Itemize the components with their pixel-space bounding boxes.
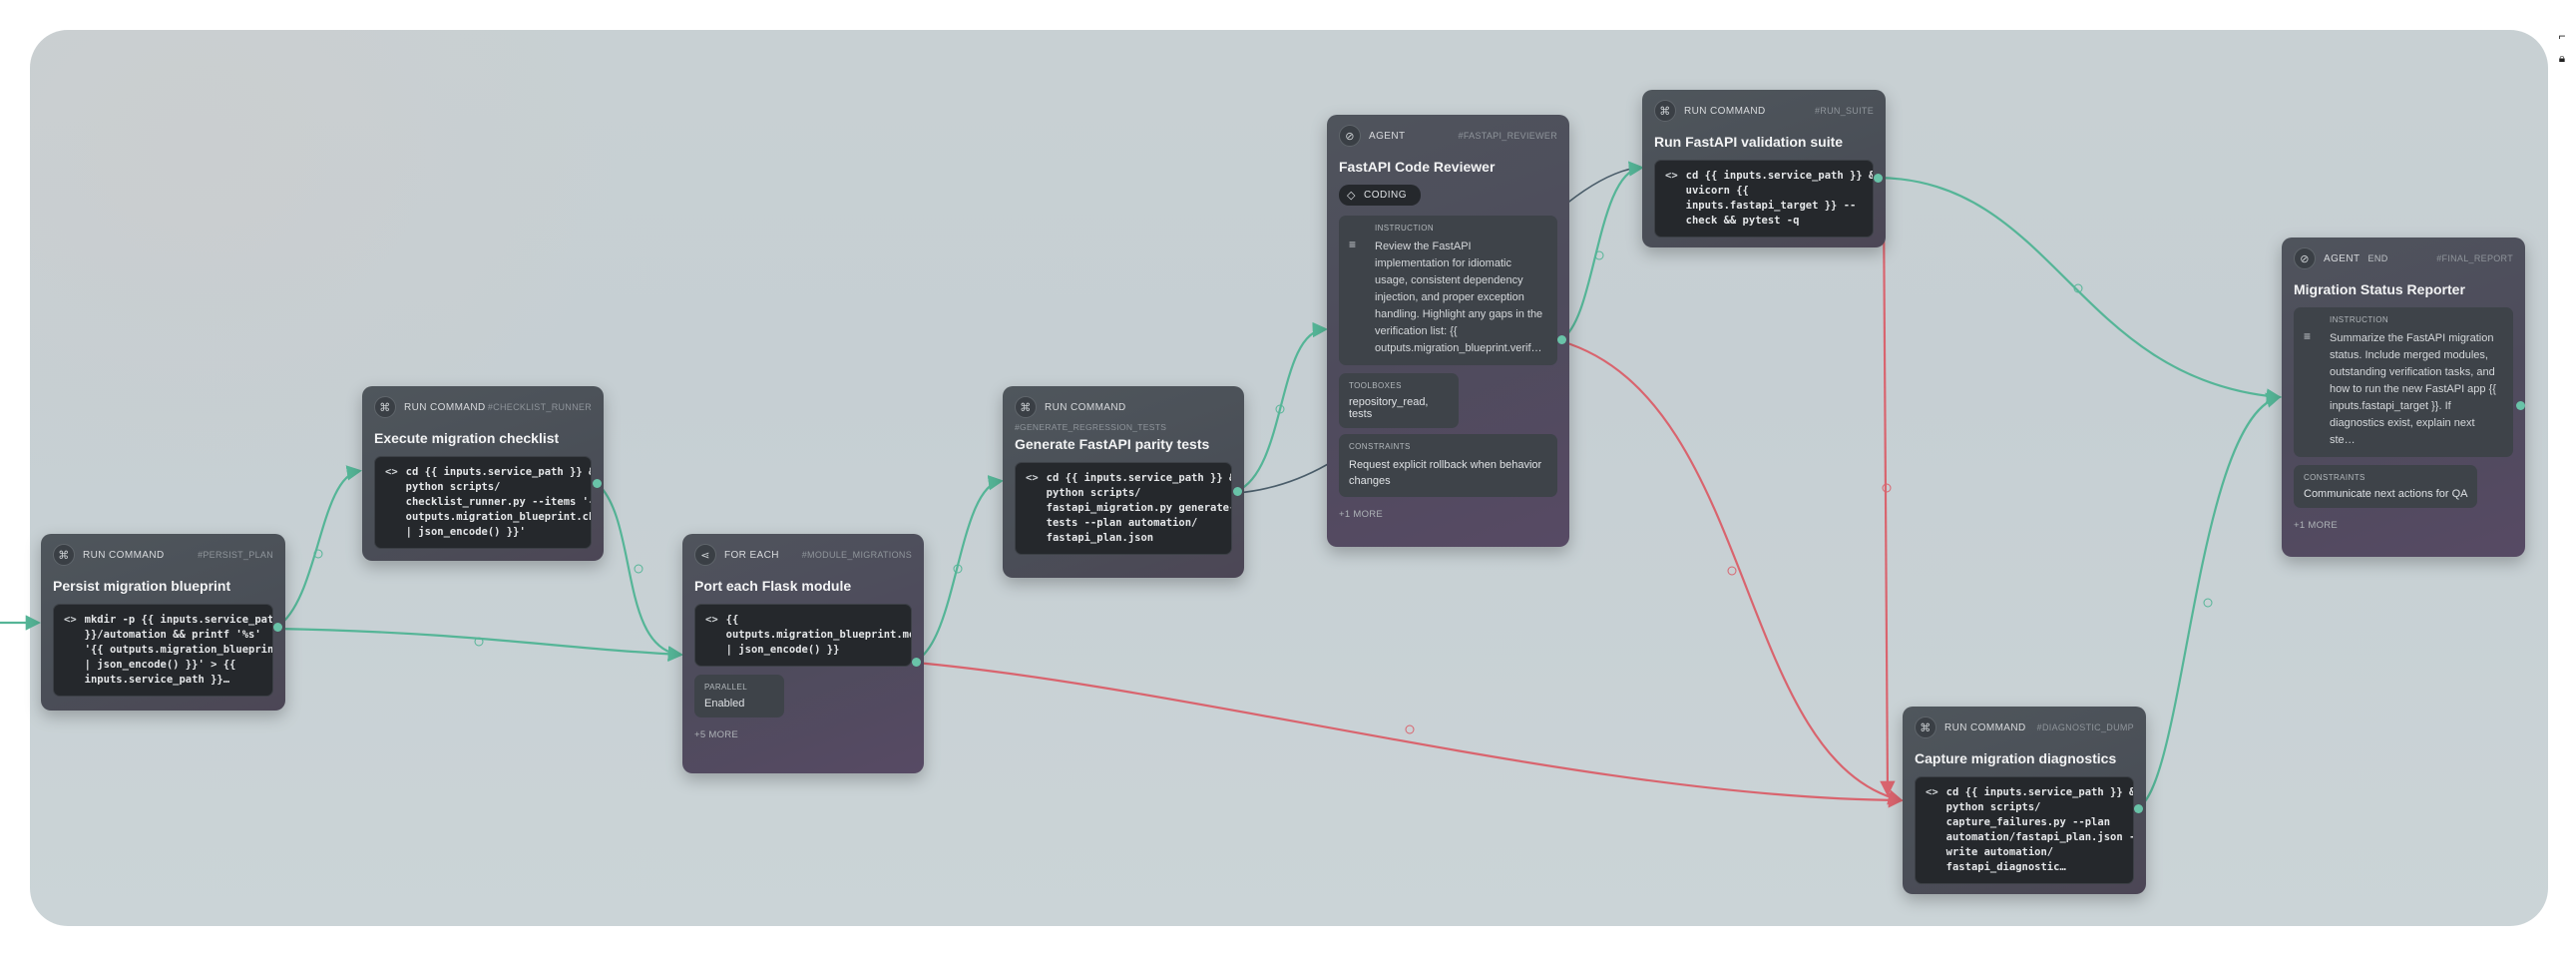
terminal-icon: ⌘ [53, 544, 75, 566]
more-button[interactable]: +1 MORE [1339, 509, 1557, 520]
terminal-icon: ⌘ [1654, 100, 1676, 122]
output-port[interactable] [593, 479, 602, 488]
constraints-label: CONSTRAINTS [1349, 442, 1411, 451]
node-id: #MODULE_MIGRATIONS [801, 550, 912, 560]
output-port[interactable] [1233, 487, 1242, 496]
compass-icon: ⊘ [1339, 125, 1361, 147]
node-title: Run FastAPI validation suite [1654, 134, 1844, 150]
parallel-label: PARALLEL [704, 683, 748, 692]
node-type: RUN COMMAND [1045, 401, 1126, 413]
node-title: Generate FastAPI parity tests [1015, 436, 1210, 452]
constraints-label: CONSTRAINTS [2304, 473, 2365, 482]
node-status-reporter[interactable]: ⊘ AGENT END #FINAL_REPORT Migration Stat… [2282, 238, 2525, 557]
node-persist-blueprint[interactable]: ⌘ RUN COMMAND #PERSIST_PLAN Persist migr… [41, 534, 285, 711]
node-id: #DIAGNOSTIC_DUMP [2036, 722, 2134, 732]
compass-icon: ⊘ [2294, 247, 2316, 269]
instruction-label: INSTRUCTION [2330, 315, 2389, 324]
tag-icon: ◇ [1347, 190, 1356, 202]
more-button[interactable]: +5 MORE [694, 729, 912, 740]
instruction-text: Summarize the FastAPI migration status. … [2330, 332, 2496, 446]
iterator-text: {{ outputs.migration_blueprint.modules |… [725, 614, 911, 656]
instruction-text: Review the FastAPI implementation for id… [1375, 240, 1543, 354]
node-id: #CHECKLIST_RUNNER [487, 402, 592, 412]
canvas-corner-controls: ⌐ 🔒︎ [2556, 30, 2568, 64]
end-badge: END [2367, 253, 2388, 263]
skill-tag-label: CODING [1363, 190, 1407, 201]
code-icon: <> [64, 614, 77, 626]
code-icon: <> [1665, 170, 1678, 182]
code-icon: <> [705, 614, 718, 626]
code-icon: <> [1026, 472, 1039, 484]
constraints-value: Request explicit rollback when behavior … [1349, 459, 1542, 487]
node-title: Execute migration checklist [374, 430, 560, 446]
output-port[interactable] [912, 658, 921, 667]
iterator-block[interactable]: <> {{ outputs.migration_blueprint.modules… [694, 604, 912, 667]
terminal-icon: ⌘ [1915, 717, 1936, 738]
lines-icon: ≡ [2304, 329, 2312, 343]
node-type: AGENT [1369, 130, 1406, 142]
command-block[interactable]: <> mkdir -p {{ inputs.service_path }}/aut… [53, 604, 273, 697]
command-text: cd {{ inputs.service_path }} && python s… [1945, 786, 2133, 873]
lock-icon[interactable]: 🔒︎ [2556, 52, 2568, 64]
parallel-value: Enabled [704, 698, 745, 710]
toolboxes-label: TOOLBOXES [1349, 381, 1402, 390]
lines-icon: ≡ [1349, 238, 1357, 251]
command-text: cd {{ inputs.service_path }} && python s… [405, 466, 591, 538]
output-port[interactable] [1874, 174, 1883, 183]
instruction-label: INSTRUCTION [1375, 224, 1435, 233]
command-block[interactable]: <> cd {{ inputs.service_path }} && uvicor… [1654, 160, 1874, 238]
command-block[interactable]: <> cd {{ inputs.service_path }} && python… [1915, 776, 2134, 884]
node-title: Migration Status Reporter [2294, 281, 2465, 297]
toolboxes-value: repository_read, tests [1349, 396, 1429, 420]
node-id: #PERSIST_PLAN [198, 550, 273, 560]
share-icon: ⋖ [694, 544, 716, 566]
instruction-section[interactable]: ≡ INSTRUCTION Review the FastAPI impleme… [1339, 216, 1557, 365]
more-button[interactable]: +1 MORE [2294, 520, 2513, 531]
output-port[interactable] [1557, 335, 1566, 344]
command-block[interactable]: <> cd {{ inputs.service_path }} && python… [374, 456, 592, 549]
node-title: Port each Flask module [694, 578, 852, 594]
node-id: #FASTAPI_REVIEWER [1458, 131, 1557, 141]
instruction-section[interactable]: ≡ INSTRUCTION Summarize the FastAPI migr… [2294, 307, 2513, 457]
node-validation-suite[interactable]: ⌘ RUN COMMAND #RUN_SUITE Run FastAPI val… [1642, 90, 1886, 247]
node-id: #FINAL_REPORT [2436, 253, 2513, 263]
node-type: RUN COMMAND [1944, 721, 2026, 733]
node-type: RUN COMMAND [404, 401, 486, 413]
node-execute-checklist[interactable]: ⌘ RUN COMMAND #CHECKLIST_RUNNER Execute … [362, 386, 604, 561]
command-text: mkdir -p {{ inputs.service_path }}/autom… [84, 614, 273, 686]
output-port[interactable] [273, 623, 282, 632]
command-text: cd {{ inputs.service_path }} && uvicorn … [1685, 170, 1873, 227]
parallel-section: PARALLEL Enabled [694, 675, 784, 717]
node-type: RUN COMMAND [83, 549, 165, 561]
constraints-section: CONSTRAINTS Communicate next actions for… [2294, 465, 2478, 508]
toolboxes-section: TOOLBOXES repository_read, tests [1339, 373, 1459, 428]
node-type: FOR EACH [724, 549, 779, 561]
command-text: cd {{ inputs.service_path }} && python s… [1046, 472, 1232, 544]
node-title: Capture migration diagnostics [1915, 750, 2117, 766]
node-generate-parity-tests[interactable]: ⌘ RUN COMMAND #GENERATE_REGRESSION_TESTS… [1003, 386, 1244, 578]
constraints-section: CONSTRAINTS Request explicit rollback wh… [1339, 434, 1557, 497]
node-title: FastAPI Code Reviewer [1339, 159, 1496, 175]
node-type: AGENT [2324, 252, 2361, 264]
node-capture-diagnostics[interactable]: ⌘ RUN COMMAND #DIAGNOSTIC_DUMP Capture m… [1903, 707, 2146, 894]
node-id: #RUN_SUITE [1814, 106, 1874, 116]
output-port[interactable] [2516, 401, 2525, 410]
node-id: #GENERATE_REGRESSION_TESTS [1015, 422, 1167, 432]
node-foreach-module[interactable]: ⋖ FOR EACH #MODULE_MIGRATIONS Port each … [682, 534, 924, 773]
node-title: Persist migration blueprint [53, 578, 231, 594]
node-type: RUN COMMAND [1684, 105, 1766, 117]
terminal-icon: ⌘ [374, 396, 396, 418]
code-icon: <> [1926, 786, 1938, 798]
skill-tag: ◇ CODING [1339, 185, 1421, 206]
output-port[interactable] [2134, 804, 2143, 813]
collapse-icon[interactable]: ⌐ [2556, 30, 2568, 42]
code-icon: <> [385, 466, 398, 478]
command-block[interactable]: <> cd {{ inputs.service_path }} && python… [1015, 462, 1232, 555]
node-fastapi-reviewer[interactable]: ⊘ AGENT #FASTAPI_REVIEWER FastAPI Code R… [1327, 115, 1569, 547]
terminal-icon: ⌘ [1015, 396, 1037, 418]
constraints-value: Communicate next actions for QA [2304, 488, 2468, 500]
